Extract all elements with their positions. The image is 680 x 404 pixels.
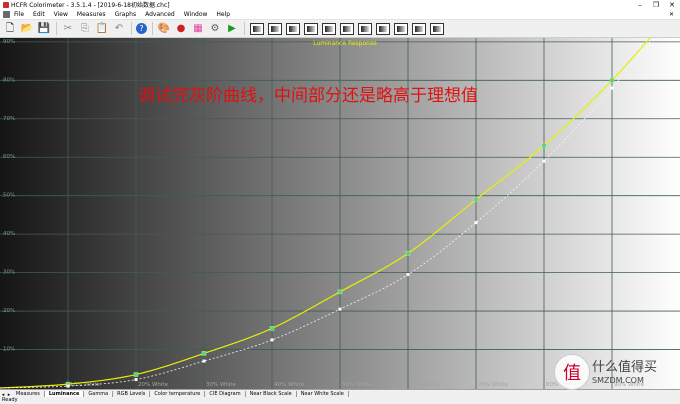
paste-icon[interactable]: 📋 xyxy=(95,22,109,36)
y-tick-label: 60% xyxy=(3,154,15,160)
menu-file[interactable]: File xyxy=(14,11,24,18)
menu-window[interactable]: Window xyxy=(184,11,208,18)
cut-icon[interactable]: ✂ xyxy=(61,22,75,36)
y-tick-label: 80% xyxy=(3,77,15,83)
view-preset-icon-1[interactable] xyxy=(250,22,264,35)
new-icon[interactable]: 🗋 xyxy=(3,22,17,36)
toolbar-separator xyxy=(131,22,132,35)
menu-measures[interactable]: Measures xyxy=(77,11,106,18)
y-tick-label: 10% xyxy=(3,347,15,353)
menu-edit[interactable]: Edit xyxy=(33,11,45,18)
view-preset-icon-9[interactable] xyxy=(394,22,408,35)
menu-view[interactable]: View xyxy=(54,11,68,18)
document-close-button[interactable]: ✕ xyxy=(669,11,674,18)
close-button[interactable]: ✕ xyxy=(664,1,680,9)
y-tick-label: 40% xyxy=(3,231,15,237)
watermark-text: 什么值得买 xyxy=(592,360,658,375)
measured-point xyxy=(133,372,139,377)
reference-point xyxy=(542,159,546,163)
measured-point xyxy=(541,143,547,148)
view-preset-icon-6[interactable] xyxy=(340,22,354,35)
reference-point xyxy=(270,338,274,342)
measured-point xyxy=(269,326,275,331)
view-preset-icon-2[interactable] xyxy=(268,22,282,35)
reference-point xyxy=(406,273,410,277)
measured-point xyxy=(405,251,411,256)
reference-point xyxy=(134,378,138,382)
title-bar: HCFR Colorimeter - 3.5.1.4 - [2019-6-18初… xyxy=(0,0,680,9)
toolbar-separator xyxy=(244,22,245,35)
chart-title: Luminance Response xyxy=(313,40,377,47)
window-title: HCFR Colorimeter - 3.5.1.4 - [2019-6-18初… xyxy=(11,2,170,9)
view-preset-icon-10[interactable] xyxy=(412,22,426,35)
status-text: Ready xyxy=(2,397,18,403)
x-tick-label: 50% White xyxy=(342,382,373,388)
menu-bar: File Edit View Measures Graphs Advanced … xyxy=(0,9,680,20)
save-icon[interactable]: 💾 xyxy=(37,22,51,36)
gear-icon[interactable]: ⚙ xyxy=(208,22,222,36)
y-tick-label: 90% xyxy=(3,39,15,45)
menu-help[interactable]: Help xyxy=(216,11,230,18)
x-tick-label: 30% White xyxy=(206,382,237,388)
watermark-logo: 值 什么值得买 SMZDM.COM xyxy=(552,354,676,402)
y-tick-label: 20% xyxy=(3,308,15,314)
y-tick-label: 50% xyxy=(3,193,15,199)
menu-advanced[interactable]: Advanced xyxy=(145,11,175,18)
view-preset-icon-7[interactable] xyxy=(358,22,372,35)
view-preset-icon-8[interactable] xyxy=(376,22,390,35)
minimize-button[interactable]: – xyxy=(632,1,648,9)
luminance-chart: 10%20%30%40%50%60%70%80%90% 10% White 20%… xyxy=(0,38,680,389)
x-tick-label: 40% White xyxy=(274,382,305,388)
measured-point xyxy=(609,78,615,83)
toolbar: 🗋 📂 💾 ✂ ⎘ 📋 ↶ ? 🎨 ● ▦ ⚙ ▶ xyxy=(0,20,680,38)
chart-annotation: 调试完灰阶曲线，中间部分还是略高于理想值 xyxy=(138,86,478,106)
toolbar-separator xyxy=(56,22,57,35)
menu-graphs[interactable]: Graphs xyxy=(115,11,137,18)
view-preset-icon-4[interactable] xyxy=(304,22,318,35)
undo-icon[interactable]: ↶ xyxy=(112,22,126,36)
play-icon[interactable]: ▶ xyxy=(225,22,239,36)
x-tick-label: 20% White xyxy=(138,382,169,388)
x-tick-label: 60% White xyxy=(410,382,441,388)
rgb-dots-icon[interactable]: ● xyxy=(174,22,188,36)
view-preset-icon-11[interactable] xyxy=(430,22,444,35)
measured-point xyxy=(473,197,479,202)
y-tick-label: 70% xyxy=(3,116,15,122)
reference-point xyxy=(202,359,206,363)
measured-point xyxy=(201,351,207,356)
app-icon xyxy=(3,1,9,8)
palette-icon[interactable]: 🎨 xyxy=(157,22,171,36)
reference-point xyxy=(66,384,70,388)
help-icon[interactable]: ? xyxy=(136,23,147,34)
document-menu-icon[interactable] xyxy=(3,10,10,18)
open-icon[interactable]: 📂 xyxy=(20,22,34,36)
x-tick-label: 70% White xyxy=(478,382,509,388)
reference-point xyxy=(474,221,478,225)
watermark-badge-icon: 值 xyxy=(554,354,590,390)
view-preset-icon-3[interactable] xyxy=(286,22,300,35)
toolbar-separator xyxy=(152,22,153,35)
view-preset-icon-5[interactable] xyxy=(322,22,336,35)
reference-point xyxy=(338,307,342,311)
reference-point xyxy=(610,86,614,90)
watermark-subtext: SMZDM.COM xyxy=(592,376,644,385)
measured-point xyxy=(337,289,343,295)
color-swatch-icon[interactable]: ▦ xyxy=(191,22,205,36)
maximize-button[interactable]: ❐ xyxy=(648,1,664,9)
y-tick-label: 30% xyxy=(3,270,15,276)
copy-icon[interactable]: ⎘ xyxy=(78,22,92,36)
